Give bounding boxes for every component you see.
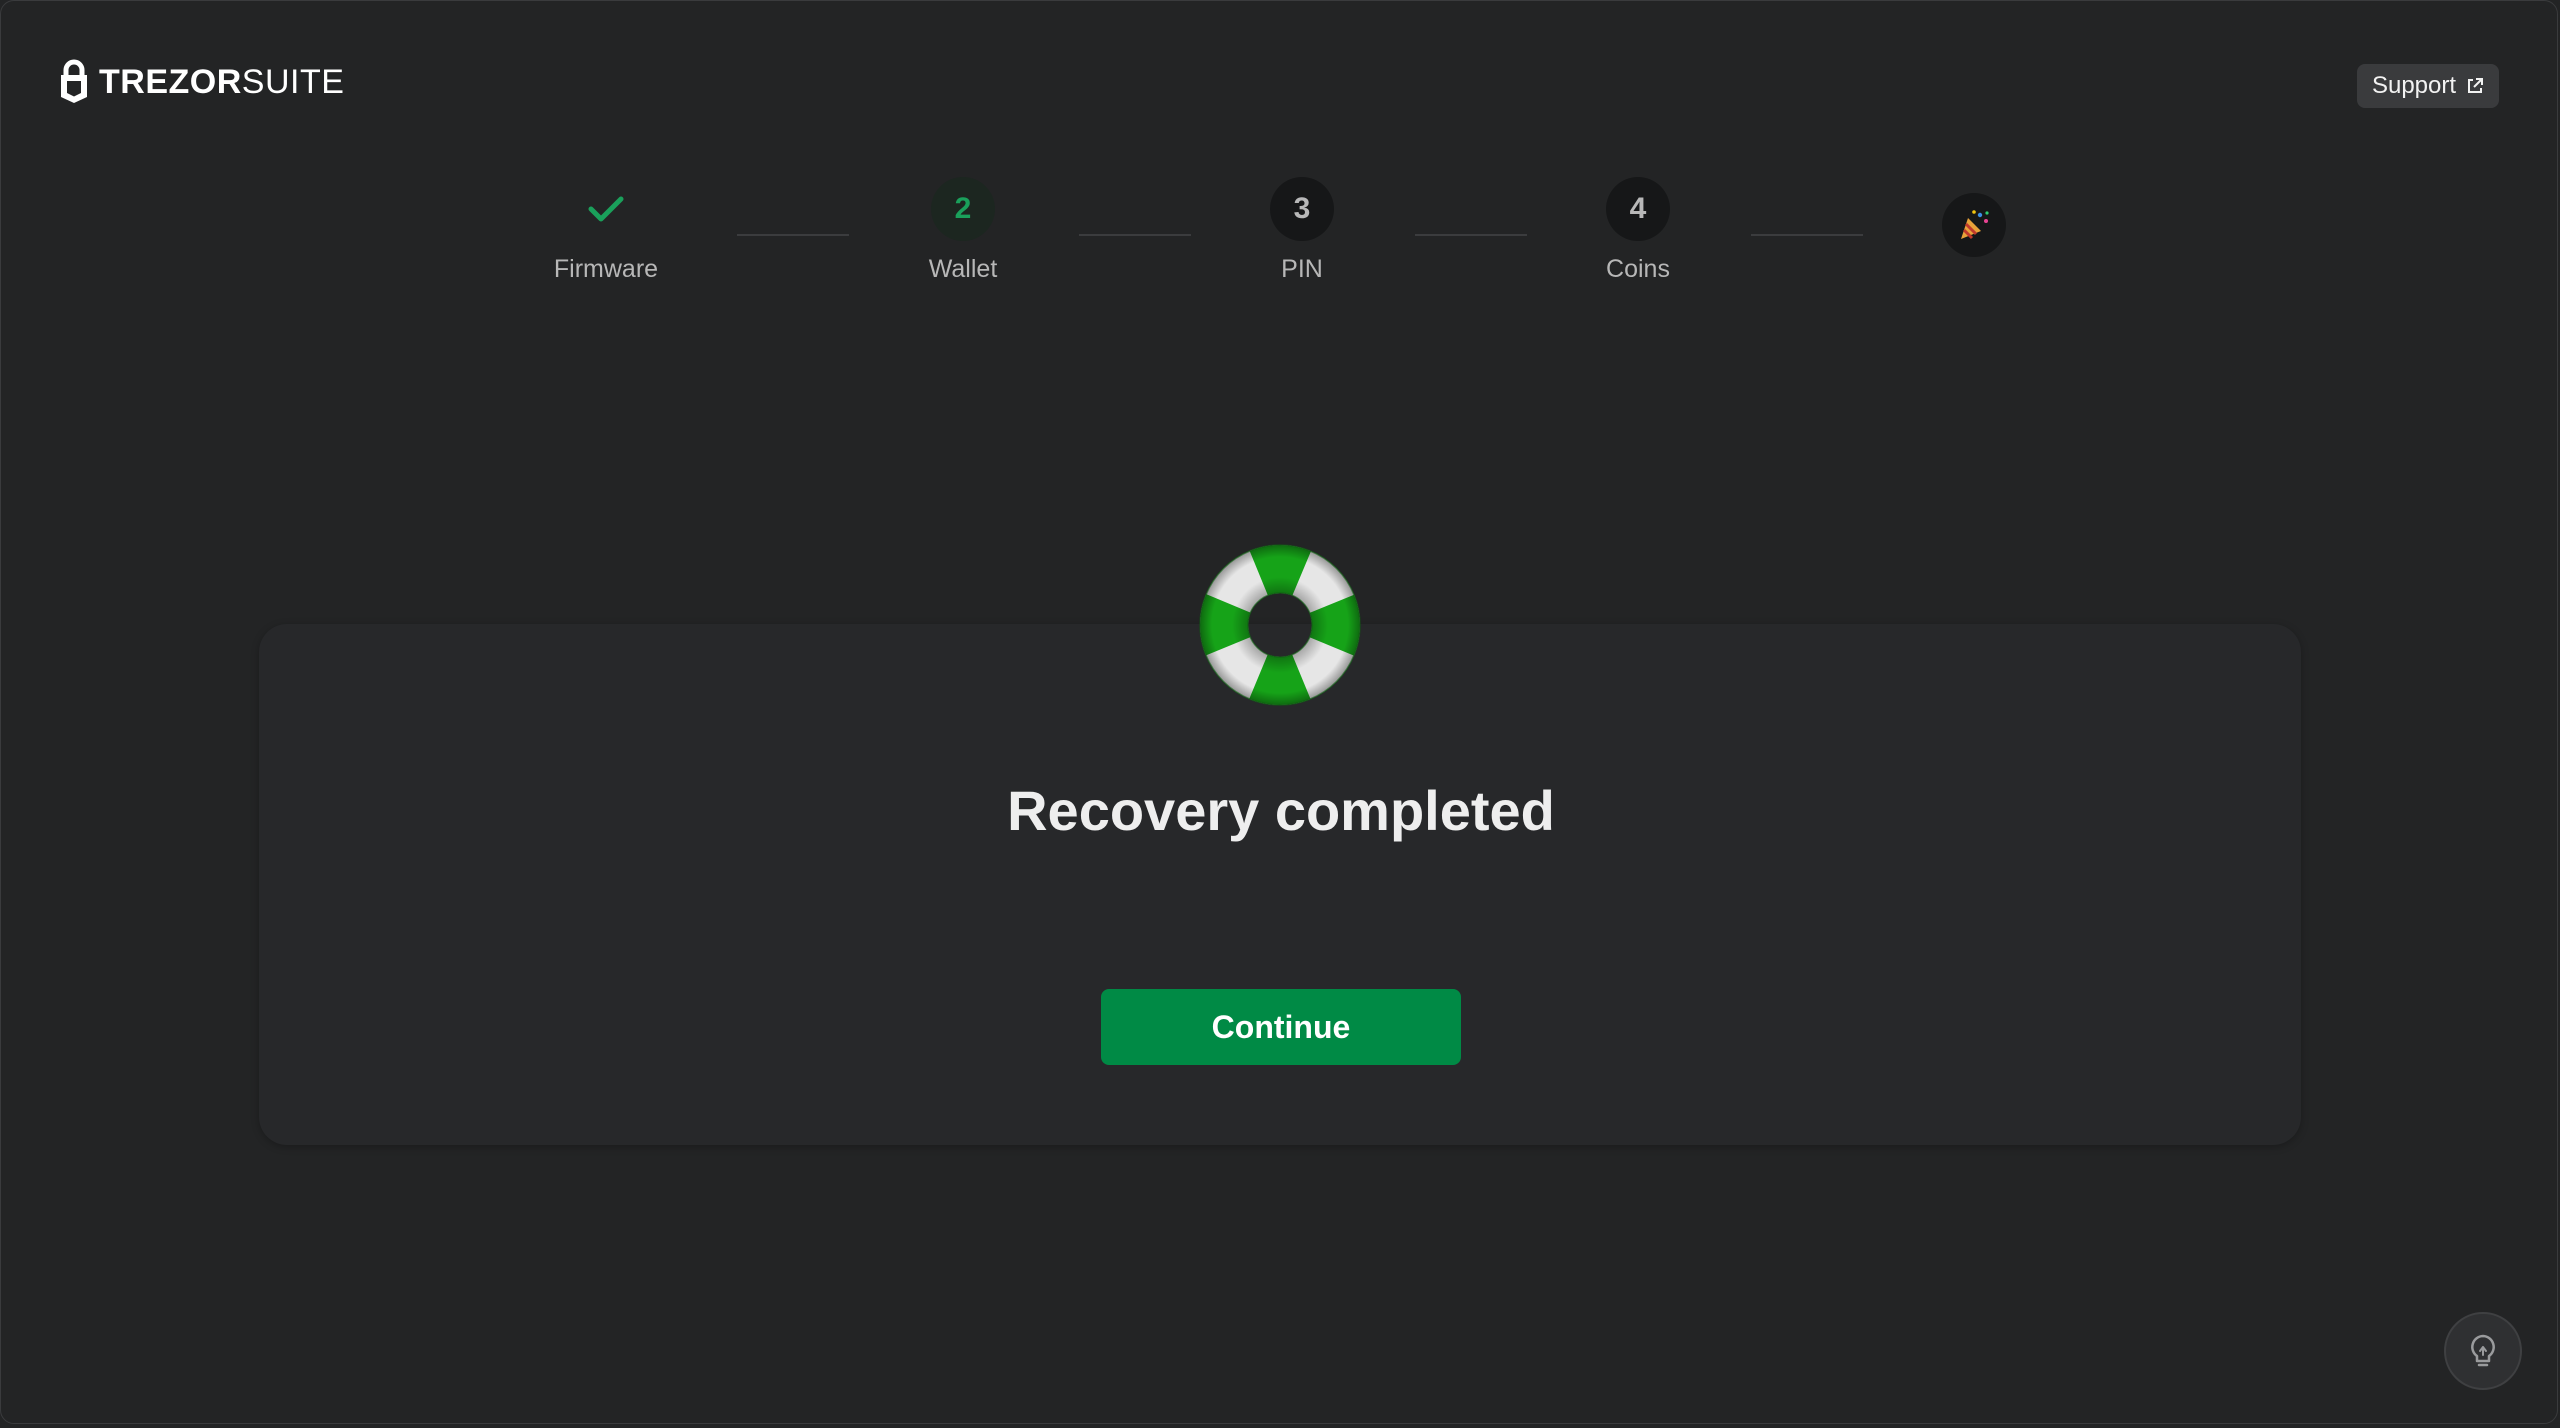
external-link-icon — [2468, 78, 2484, 93]
step-coins: 4 Coins — [1538, 177, 1738, 284]
step-wallet-marker: 2 — [931, 177, 995, 241]
continue-button[interactable]: Continue — [1101, 989, 1461, 1065]
step-pin: 3 PIN — [1202, 177, 1402, 284]
step-wallet: 2 Wallet — [863, 177, 1063, 284]
step-coins-label: Coins — [1606, 255, 1670, 283]
page-title: Recovery completed — [1007, 779, 1555, 842]
lightbulb-icon — [2471, 1334, 2495, 1367]
padlock-icon — [61, 59, 87, 103]
support-button[interactable]: Support — [2357, 64, 2499, 108]
step-connector — [1415, 234, 1527, 236]
step-connector — [1751, 234, 1863, 236]
step-firmware-marker — [574, 177, 638, 241]
check-icon — [588, 196, 624, 222]
brand-name: TREZORSUITE — [99, 63, 344, 102]
app-window: TREZORSUITE Support Firmware 2 Wallet 3 — [0, 0, 2558, 1424]
step-firmware-label: Firmware — [553, 255, 659, 283]
party-popper-icon — [1942, 193, 2006, 257]
lifebuoy-icon — [1199, 544, 1361, 706]
step-pin-marker: 3 — [1270, 177, 1334, 241]
trezor-suite-logo: TREZORSUITE — [59, 57, 344, 107]
step-pin-label: PIN — [1281, 255, 1323, 283]
support-label: Support — [2371, 72, 2457, 99]
tips-button[interactable] — [2444, 1312, 2522, 1390]
step-coins-marker: 4 — [1606, 177, 1670, 241]
step-wallet-label: Wallet — [928, 255, 998, 283]
brand-name-bold: TREZOR — [99, 62, 242, 101]
brand-name-light: SUITE — [241, 62, 345, 101]
step-connector — [737, 234, 849, 236]
step-connector — [1079, 234, 1191, 236]
step-final — [1874, 193, 2074, 257]
continue-label: Continue — [1211, 1008, 1351, 1045]
onboarding-stepper: Firmware 2 Wallet 3 PIN 4 Coins — [1, 177, 2557, 307]
step-firmware: Firmware — [506, 177, 706, 284]
